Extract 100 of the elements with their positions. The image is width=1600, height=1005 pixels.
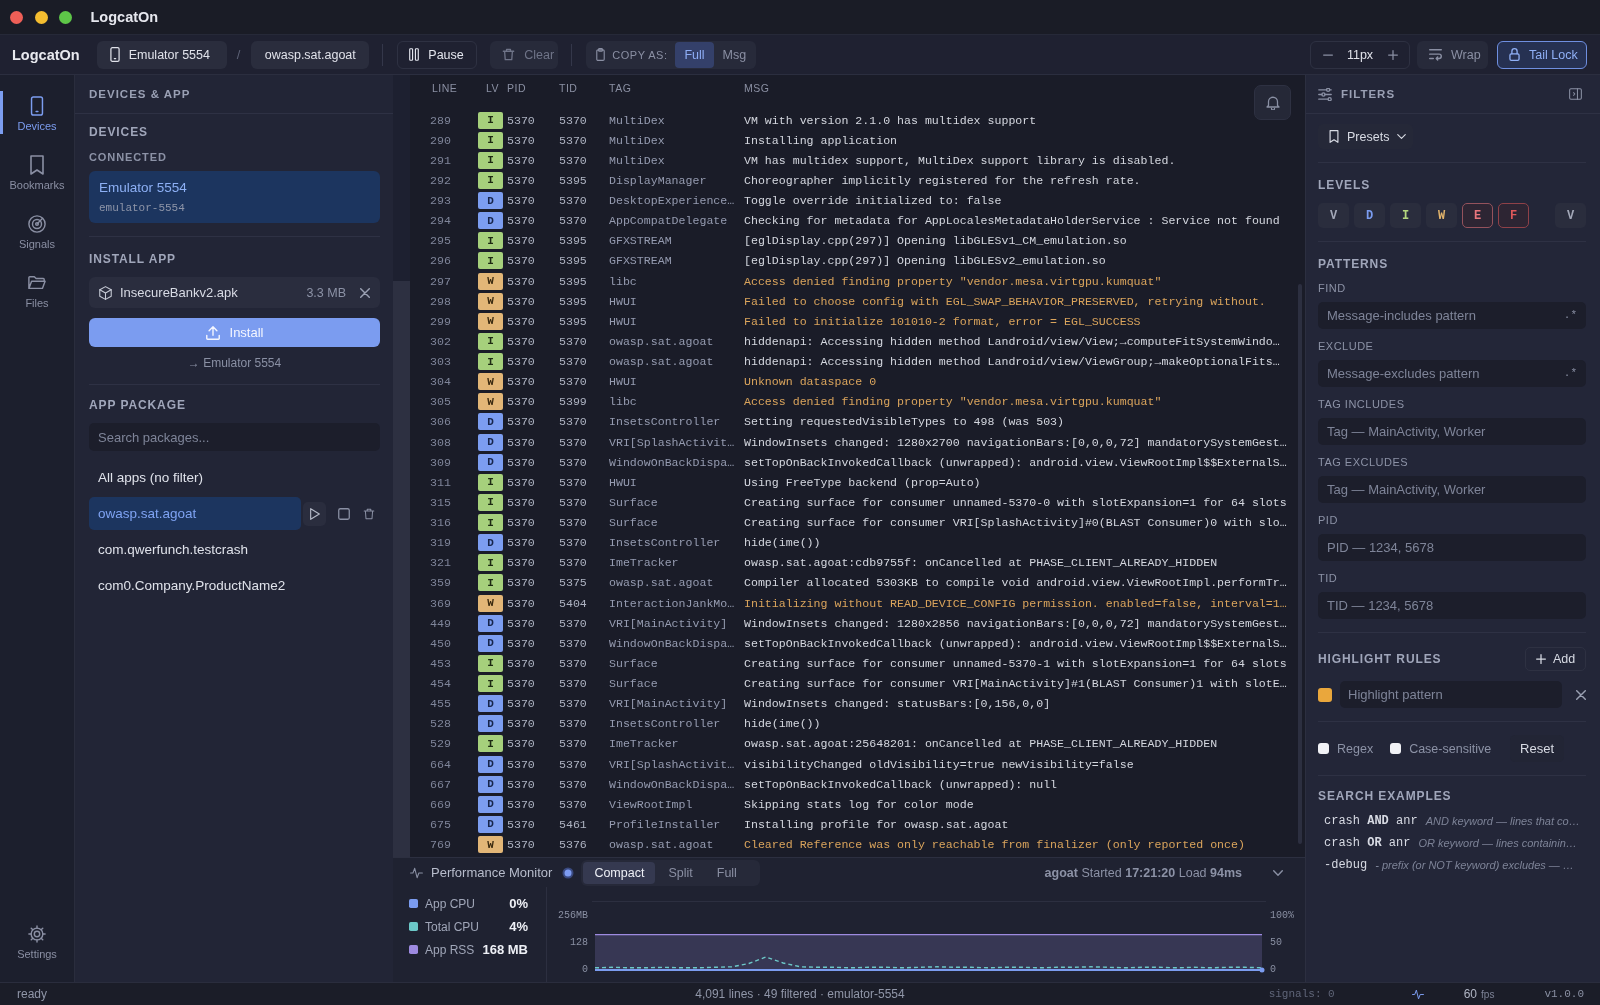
view-mode-tab[interactable]: Split (657, 861, 704, 884)
chevron-down-icon (1273, 869, 1283, 876)
process-id: 5370 (507, 817, 536, 831)
thread-id: 5395 (559, 254, 588, 268)
level-badge: I (478, 232, 503, 250)
log-message: Access denied finding property "vendor.mesa.virtgpu.kumquat" (744, 274, 1163, 288)
regex-toggle[interactable]: .* (1563, 309, 1577, 322)
launch-app-button[interactable] (303, 501, 326, 526)
level-toggle[interactable]: F (1498, 203, 1529, 228)
scrollbar[interactable] (393, 281, 410, 857)
pattern-field[interactable]: TID — 1234, 5678 (1318, 592, 1586, 619)
sidebar-tab[interactable]: Bookmarks (0, 150, 74, 193)
view-mode-tab[interactable]: Full (705, 861, 748, 884)
process-id: 5370 (507, 797, 536, 811)
phone-icon (109, 47, 120, 62)
cpu-axis-label: 50 (1270, 937, 1282, 949)
notifications-button[interactable] (1254, 85, 1291, 120)
memory-axis-label: 0 (582, 964, 588, 976)
pattern-field[interactable]: PID — 1234, 5678 (1318, 534, 1586, 561)
remove-rule-button[interactable] (1576, 689, 1586, 700)
tail-lock-button[interactable]: Tail Lock (1497, 40, 1587, 69)
level-badge: W (478, 836, 503, 854)
device-card[interactable]: Emulator 5554 emulator-5554 (89, 171, 380, 223)
min-level-button[interactable]: V (1555, 203, 1586, 228)
checkbox[interactable] (1390, 743, 1402, 754)
device-selector[interactable]: Emulator 5554 (96, 40, 227, 69)
process-id: 5370 (507, 133, 536, 147)
sidebar-tab[interactable]: Signals (0, 209, 74, 252)
color-swatch-icon[interactable] (1318, 687, 1332, 702)
sidebar-tab[interactable]: Devices (0, 91, 74, 134)
log-message: Installing application (744, 133, 899, 147)
process-id: 5370 (507, 194, 536, 208)
level-toggle[interactable]: D (1354, 203, 1385, 228)
field-label: PID (1318, 513, 1339, 527)
process-id: 5370 (507, 737, 536, 751)
remove-file-button[interactable] (360, 287, 370, 298)
add-rule-button[interactable]: Add (1525, 647, 1586, 671)
package-selector[interactable]: owasp.sat.agoat (251, 40, 370, 69)
process-id: 5370 (507, 777, 536, 791)
line-number: 311 (430, 475, 452, 489)
level-badge: D (478, 755, 503, 773)
log-message: visibilityChanged oldVisibility=true newVisibility=false (744, 757, 1135, 771)
sidebar-tab[interactable]: Files (0, 268, 74, 311)
radar-icon (28, 214, 46, 234)
line-number: 306 (430, 415, 452, 429)
log-tag: MultiDex (609, 113, 744, 127)
settings-button[interactable]: Settings (0, 919, 74, 962)
view-mode-tab[interactable]: Compact (583, 861, 656, 884)
minimize-window-button[interactable] (34, 10, 48, 24)
line-number: 453 (430, 656, 452, 670)
section-heading: PATTERNS (1318, 256, 1390, 272)
package-search-field[interactable]: Search packages... (89, 423, 380, 451)
process-id: 5370 (507, 234, 536, 248)
line-number: 308 (430, 435, 452, 449)
log-message: Installing profile for owasp.sat.agoat (744, 817, 1010, 831)
pattern-field[interactable]: Tag — MainActivity, Worker (1318, 418, 1586, 445)
regex-toggle[interactable]: .* (1563, 367, 1577, 380)
log-tag: HWUI (609, 475, 744, 489)
package-item[interactable]: owasp.sat.agoat (89, 497, 301, 530)
process-id: 5370 (507, 214, 536, 228)
thread-id: 5370 (559, 475, 588, 489)
level-toggle[interactable]: I (1390, 203, 1421, 228)
metric-label: App RSS (425, 942, 476, 957)
field-label: TAG INCLUDES (1318, 397, 1406, 411)
close-window-button[interactable] (10, 10, 23, 24)
highlight-pattern-field[interactable]: Highlight pattern (1340, 681, 1562, 708)
package-item[interactable]: com.qwerfunch.testcrash (89, 533, 380, 566)
pattern-field[interactable]: Tag — MainActivity, Worker (1318, 476, 1586, 503)
thread-id: 5370 (559, 636, 588, 650)
log-tag: ImeTracker (609, 737, 744, 751)
level-toggle[interactable]: V (1318, 203, 1349, 228)
package-item[interactable]: com0.Company.ProductName2 (89, 569, 380, 602)
log-summary: 4,091 lines · 49 filtered · emulator-5554 (695, 987, 905, 1001)
level-badge: D (478, 795, 503, 813)
log-message: Cleared Reference was only reachable from finalizer (only reported once) (744, 838, 1246, 852)
log-message: Failed to choose config with EGL_SWAP_BEHAVIOR_PRESERVED, retrying without. (744, 294, 1267, 308)
log-message: [eglDisplay.cpp(297)] Opening libGLESv1_CM_emulation.so (744, 234, 1128, 248)
copy-format-tab[interactable]: Full (675, 41, 714, 68)
group-label: CONNECTED (89, 150, 168, 164)
line-number: 669 (430, 797, 452, 811)
field-label: TAG EXCLUDES (1318, 455, 1410, 469)
checkbox[interactable] (1318, 743, 1329, 754)
pause-button[interactable]: Pause (397, 40, 478, 69)
wrap-button[interactable]: Wrap (1417, 40, 1488, 69)
thread-id: 5370 (559, 334, 588, 348)
log-message: WindowInsets changed: 1280x2856 navigationBars:[0,0,0,72] mandatorySystemGest… (744, 616, 1288, 630)
level-toggle[interactable]: E (1462, 203, 1493, 228)
thread-id: 5370 (559, 757, 588, 771)
zoom-window-button[interactable] (59, 10, 72, 24)
log-tag: DesktopExperience… (609, 194, 744, 208)
collapse-button[interactable] (1273, 869, 1283, 876)
reset-button[interactable]: Reset (1510, 735, 1564, 762)
level-toggle[interactable]: W (1426, 203, 1457, 228)
example-query: crash OR anr (1324, 836, 1411, 850)
line-number: 299 (430, 314, 452, 328)
collapse-panel-button[interactable] (1569, 88, 1582, 100)
package-item[interactable]: All apps (no filter) (89, 461, 380, 494)
level-badge: I (478, 111, 503, 129)
copy-format-tab[interactable]: Msg (713, 41, 756, 68)
trash-icon (362, 507, 375, 520)
